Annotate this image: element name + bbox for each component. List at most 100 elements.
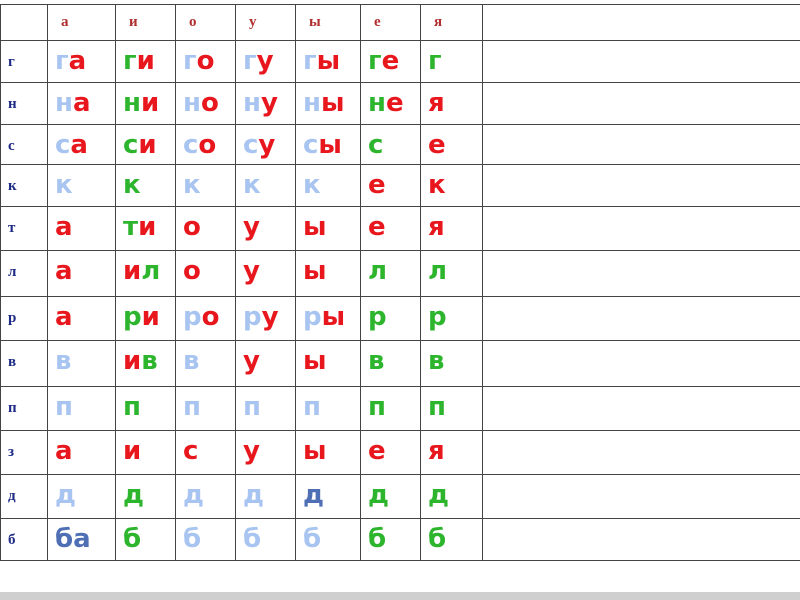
syllable-cell: к [428, 172, 446, 198]
grid-vline-8 [482, 4, 483, 560]
syllable-cell: га [55, 48, 86, 74]
consonant-letter: л [428, 256, 448, 286]
consonant-letter: с [123, 130, 139, 160]
syllable-cell: ны [303, 90, 344, 116]
consonant-letter: ы [303, 436, 327, 466]
consonant-letter: и [123, 346, 142, 376]
consonant-letter: о [183, 212, 201, 242]
syllable-cell: ну [243, 90, 278, 116]
syllable-cell: ру [243, 304, 279, 330]
syllable-cell: го [183, 48, 214, 74]
column-header: а [61, 14, 69, 30]
syllable-cell: сы [303, 132, 342, 158]
grid-vline-1 [47, 4, 48, 560]
consonant-letter: п [55, 392, 73, 422]
consonant-letter: н [55, 88, 73, 118]
consonant-letter: г [303, 46, 317, 76]
vowel-letter: и [138, 212, 157, 242]
syllable-cell: ти [123, 214, 156, 240]
consonant-letter: д [368, 480, 389, 510]
consonant-letter: к [183, 170, 201, 200]
consonant-letter: к [123, 170, 141, 200]
syllable-cell: п [368, 394, 386, 420]
consonant-letter: к [243, 170, 261, 200]
horizontal-scrollbar[interactable] [0, 592, 800, 600]
consonant-letter: о [183, 256, 201, 286]
consonant-letter: с [183, 436, 199, 466]
vowel-letter: о [196, 46, 215, 76]
consonant-letter: б [428, 524, 447, 554]
consonant-letter: д [243, 480, 264, 510]
syllable-cell: но [183, 90, 219, 116]
syllable-cell: у [243, 348, 260, 374]
consonant-letter: п [183, 392, 201, 422]
consonant-letter: р [183, 302, 202, 332]
syllable-cell: ба [55, 526, 91, 552]
syllable-cell: в [428, 348, 444, 374]
consonant-letter: у [243, 436, 260, 466]
grid-vline-7 [420, 4, 421, 560]
row-label: б [8, 532, 16, 548]
syllable-cell: у [243, 214, 260, 240]
column-header: о [189, 14, 197, 30]
grid-hline-4 [0, 164, 800, 165]
vowel-letter: и [138, 130, 157, 160]
row-label: с [8, 138, 15, 154]
consonant-letter: и [123, 436, 142, 466]
syllable-cell: д [123, 482, 144, 508]
syllable-cell: с [183, 438, 198, 464]
syllable-cell: б [123, 526, 141, 552]
syllable-cell: б [428, 526, 446, 552]
syllable-cell: а [55, 438, 73, 464]
syllable-cell: гы [303, 48, 340, 74]
consonant-letter: я [428, 436, 445, 466]
syllable-cell: о [183, 214, 201, 240]
column-header: е [374, 14, 381, 30]
vowel-letter: у [258, 130, 276, 160]
consonant-letter: е [368, 170, 386, 200]
consonant-letter: д [123, 480, 144, 510]
consonant-letter: а [55, 302, 73, 332]
consonant-letter: к [55, 170, 73, 200]
syllable-cell: б [243, 526, 261, 552]
syllable-cell: е [428, 132, 446, 158]
consonant-letter: е [428, 130, 446, 160]
syllable-cell: у [243, 258, 260, 284]
consonant-letter: п [123, 392, 141, 422]
row-label: р [8, 310, 17, 326]
consonant-letter: б [243, 524, 262, 554]
syllable-cell: д [428, 482, 449, 508]
consonant-letter: в [183, 346, 200, 376]
syllable-cell: а [55, 304, 73, 330]
syllable-cell: п [243, 394, 261, 420]
syllable-cell: ы [303, 214, 327, 240]
vowel-letter: и [140, 88, 160, 118]
consonant-letter: у [243, 256, 260, 286]
consonant-letter: б [183, 524, 202, 554]
syllable-cell: д [243, 482, 264, 508]
consonant-letter: р [368, 302, 387, 332]
syllable-cell: я [428, 214, 445, 240]
consonant-letter: н [368, 88, 386, 118]
syllable-cell: е [368, 214, 386, 240]
grid-hline-6 [0, 250, 800, 251]
syllable-cell: гу [243, 48, 274, 74]
vowel-letter: и [136, 46, 155, 76]
syllable-cell: к [243, 172, 261, 198]
vowel-letter: ы [316, 46, 341, 76]
consonant-letter: г [428, 46, 442, 76]
consonant-letter: д [55, 480, 76, 510]
syllable-cell: д [368, 482, 389, 508]
consonant-letter: г [55, 46, 69, 76]
syllable-cell: ри [123, 304, 160, 330]
grid-hline-12 [0, 518, 800, 519]
syllable-cell: ы [303, 438, 327, 464]
grid-vline-6 [360, 4, 361, 560]
vowel-letter: а [72, 88, 91, 118]
grid-hline-0 [0, 4, 800, 5]
syllable-cell: со [183, 132, 216, 158]
consonant-letter: к [428, 170, 446, 200]
syllable-cell: к [303, 172, 321, 198]
syllable-cell: о [183, 258, 201, 284]
vowel-letter: а [68, 46, 87, 76]
